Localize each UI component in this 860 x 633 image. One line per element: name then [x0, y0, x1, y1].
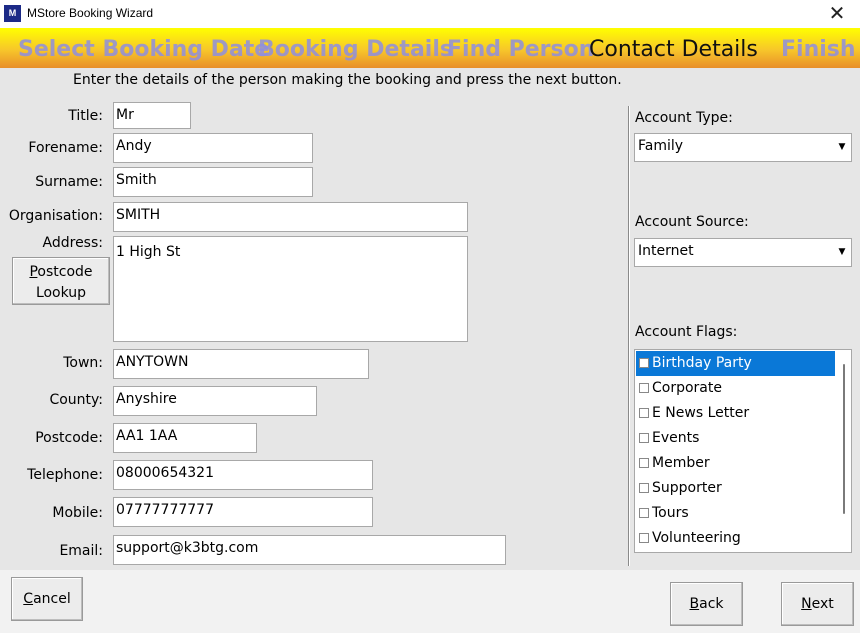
- cancel-button[interactable]: Cancel: [11, 577, 83, 621]
- next-label: ext: [811, 596, 834, 612]
- account-flags-list[interactable]: Birthday Party Corporate E News Letter E…: [634, 349, 852, 553]
- surname-field[interactable]: Smith: [113, 167, 313, 197]
- postcode-label: Postcode:: [35, 430, 103, 446]
- flag-label: Tours: [652, 505, 689, 521]
- step-contact-details: Contact Details: [589, 37, 758, 62]
- surname-label: Surname:: [35, 174, 103, 190]
- step-finish: Finish: [781, 37, 856, 62]
- organisation-field[interactable]: SMITH: [113, 202, 468, 232]
- checkbox-icon[interactable]: [639, 533, 649, 543]
- instruction-text: Enter the details of the person making t…: [73, 72, 622, 88]
- scrollbar-thumb[interactable]: [843, 364, 845, 514]
- cancel-label: ancel: [33, 591, 71, 607]
- footer-bar: Cancel Back Next: [0, 570, 860, 633]
- email-field[interactable]: support@k3btg.com: [113, 535, 506, 565]
- flag-label: Member: [652, 455, 710, 471]
- email-label: Email:: [59, 543, 103, 559]
- flag-label: E News Letter: [652, 405, 750, 421]
- address-label: Address:: [42, 235, 103, 251]
- postcode-lookup-button[interactable]: Postcode Lookup: [12, 257, 110, 305]
- postcode-lookup-line2: Lookup: [35, 285, 87, 301]
- title-field[interactable]: Mr: [113, 102, 191, 129]
- back-mnemonic: B: [689, 596, 700, 612]
- main-panel: Enter the details of the person making t…: [0, 68, 860, 570]
- account-type-select[interactable]: Family ▼: [634, 133, 852, 162]
- flag-item-volunteering[interactable]: Volunteering: [636, 526, 835, 551]
- checkbox-icon[interactable]: [639, 483, 649, 493]
- account-source-label: Account Source:: [635, 214, 749, 230]
- divider: [628, 106, 630, 566]
- flag-label: Corporate: [652, 380, 722, 396]
- next-button[interactable]: Next: [781, 582, 854, 626]
- back-label: ack: [699, 596, 724, 612]
- checkbox-icon[interactable]: [639, 358, 649, 368]
- step-find-person: Find Person: [447, 37, 595, 62]
- account-flags-label: Account Flags:: [635, 324, 738, 340]
- flag-item-tours[interactable]: Tours: [636, 501, 835, 526]
- checkbox-icon[interactable]: [639, 508, 649, 518]
- flag-label: Supporter: [652, 480, 722, 496]
- wizard-steps: Select Booking Date Booking Details Find…: [0, 28, 860, 68]
- step-select-booking-date: Select Booking Date: [18, 37, 270, 62]
- chevron-down-icon[interactable]: ▼: [835, 241, 849, 264]
- checkbox-icon[interactable]: [639, 458, 649, 468]
- telephone-field[interactable]: 08000654321: [113, 460, 373, 490]
- next-mnemonic: N: [801, 596, 812, 612]
- checkbox-icon[interactable]: [639, 383, 649, 393]
- town-field[interactable]: ANYTOWN: [113, 349, 369, 379]
- account-type-label: Account Type:: [635, 110, 733, 126]
- postcode-lookup-line1: ostcode: [37, 264, 93, 280]
- mobile-field[interactable]: 07777777777: [113, 497, 373, 527]
- organisation-label: Organisation:: [8, 208, 103, 224]
- flag-item-events[interactable]: Events: [636, 426, 835, 451]
- back-button[interactable]: Back: [670, 582, 743, 626]
- flag-item-member[interactable]: Member: [636, 451, 835, 476]
- flag-item-corporate[interactable]: Corporate: [636, 376, 835, 401]
- title-label: Title:: [68, 108, 103, 124]
- flag-label: Birthday Party: [652, 355, 752, 371]
- step-booking-details: Booking Details: [258, 37, 453, 62]
- county-label: County:: [49, 392, 103, 408]
- forename-field[interactable]: Andy: [113, 133, 313, 163]
- address-field[interactable]: 1 High St: [113, 236, 468, 342]
- flag-label: Events: [652, 430, 700, 446]
- telephone-label: Telephone:: [27, 467, 103, 483]
- window-title: MStore Booking Wizard: [27, 6, 154, 20]
- county-field[interactable]: Anyshire: [113, 386, 317, 416]
- account-source-value: Internet: [638, 243, 694, 259]
- chevron-down-icon[interactable]: ▼: [835, 136, 849, 159]
- cancel-mnemonic: C: [23, 591, 34, 607]
- checkbox-icon[interactable]: [639, 433, 649, 443]
- close-icon[interactable]: ✕: [822, 2, 852, 26]
- account-source-select[interactable]: Internet ▼: [634, 238, 852, 267]
- town-label: Town:: [63, 355, 103, 371]
- mobile-label: Mobile:: [52, 505, 103, 521]
- checkbox-icon[interactable]: [639, 408, 649, 418]
- app-icon: M: [4, 5, 21, 22]
- flag-item-e-news-letter[interactable]: E News Letter: [636, 401, 835, 426]
- flag-label: Volunteering: [652, 530, 741, 546]
- flag-item-supporter[interactable]: Supporter: [636, 476, 835, 501]
- forename-label: Forename:: [28, 140, 103, 156]
- flag-item-birthday-party[interactable]: Birthday Party: [636, 351, 835, 376]
- postcode-field[interactable]: AA1 1AA: [113, 423, 257, 453]
- account-type-value: Family: [638, 138, 684, 154]
- title-bar: M MStore Booking Wizard ✕: [0, 0, 860, 28]
- flags-scrollbar[interactable]: [836, 350, 851, 552]
